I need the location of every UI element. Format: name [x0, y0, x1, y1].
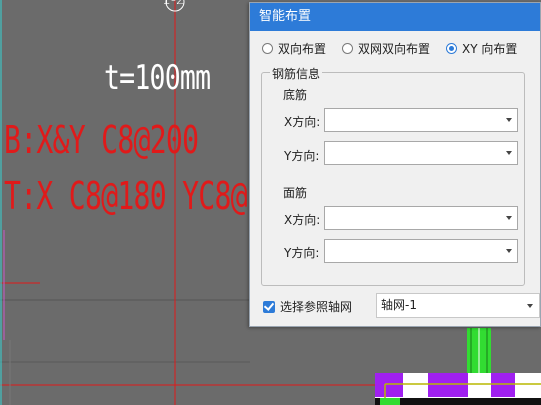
- top-x-combo[interactable]: [324, 206, 518, 230]
- bottom-rebar-section-title: 底筋: [283, 88, 308, 102]
- green-stub: [380, 398, 400, 405]
- chevron-down-icon: [506, 249, 512, 253]
- chevron-down-icon: [527, 304, 533, 308]
- purple-block-3: [491, 373, 515, 397]
- top-y-label: Y方向:: [284, 246, 320, 260]
- radio-selected-icon: [446, 43, 458, 54]
- radio-double-mesh-bidirectional[interactable]: 双网双向布置: [342, 40, 430, 57]
- group-title: 钢筋信息: [270, 65, 323, 82]
- smart-layout-dialog: 智能布置 双向布置 双网双向布置 XY 向布置 钢筋信息 底筋 X方向: Y方向…: [249, 2, 541, 327]
- radio-bidirectional[interactable]: 双向布置: [262, 40, 326, 57]
- slab-thickness-label: t=100mm: [104, 58, 211, 98]
- bottom-x-label: X方向:: [284, 115, 321, 129]
- top-y-combo[interactable]: [324, 239, 518, 263]
- bottom-rebar-annotation: B:X&Y C8@200: [4, 118, 199, 162]
- radio-icon: [342, 43, 354, 54]
- grid-select-dropdown[interactable]: 轴网-1: [376, 293, 540, 318]
- chevron-down-icon: [506, 216, 512, 220]
- axis-label: 1-2: [162, 0, 185, 8]
- chevron-down-icon: [506, 151, 512, 155]
- purple-block-2: [428, 373, 468, 397]
- rebar-info-group: 钢筋信息 底筋 X方向: Y方向: 面筋 X方向: Y方向:: [261, 65, 525, 286]
- layout-mode-group: 双向布置 双网双向布置 XY 向布置: [262, 40, 533, 57]
- top-x-label: X方向:: [284, 213, 321, 227]
- radio-label: XY 向布置: [462, 42, 518, 56]
- checkbox-label: 选择参照轴网: [280, 300, 353, 314]
- chevron-down-icon: [506, 118, 512, 122]
- grid-select-value: 轴网-1: [381, 298, 417, 312]
- radio-label: 双向布置: [278, 42, 327, 56]
- radio-xy-direction[interactable]: XY 向布置: [446, 40, 517, 57]
- radio-label: 双网双向布置: [358, 42, 431, 56]
- select-grid-checkbox[interactable]: 选择参照轴网: [263, 298, 352, 315]
- bottom-x-combo[interactable]: [324, 108, 518, 132]
- dialog-title-bar[interactable]: 智能布置: [250, 3, 540, 31]
- top-rebar-section-title: 面筋: [283, 186, 308, 200]
- radio-icon: [262, 43, 273, 54]
- purple-block-1: [375, 373, 403, 397]
- checkbox-checked-icon: [263, 300, 275, 313]
- bottom-y-label: Y方向:: [284, 149, 320, 163]
- dialog-title: 智能布置: [259, 9, 312, 24]
- bottom-y-combo[interactable]: [324, 141, 518, 165]
- grid-reference-row: 选择参照轴网 轴网-1: [263, 292, 540, 318]
